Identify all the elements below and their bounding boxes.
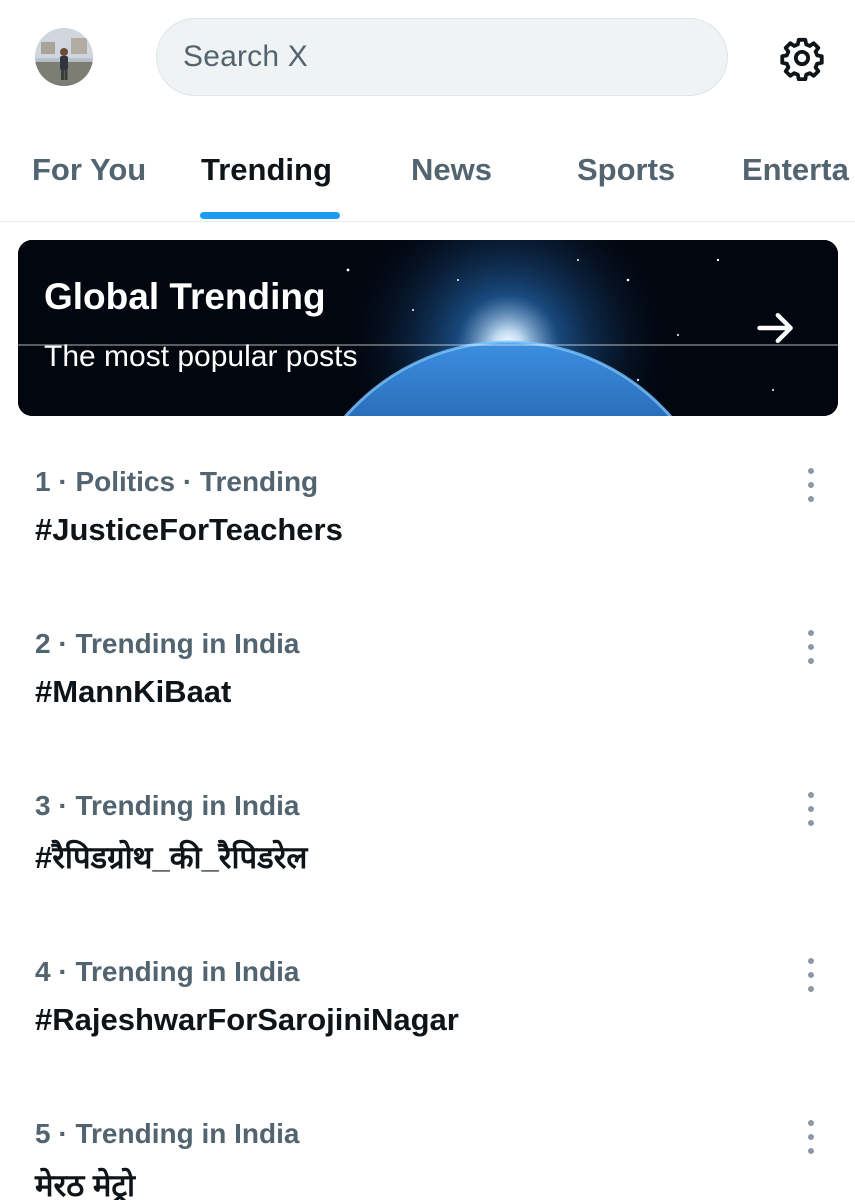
- trend-item-5[interactable]: 5 · Trending in India मेरठ मेट्रो: [0, 1118, 855, 1200]
- trend-context: 1 · Politics · Trending: [35, 466, 319, 497]
- more-dots-icon: [808, 972, 814, 978]
- more-options-button[interactable]: [800, 958, 822, 992]
- more-dots-icon: [808, 1120, 814, 1126]
- trend-item-3[interactable]: 3 · Trending in India #रैपिडग्रोथ_की_रैप…: [0, 790, 855, 920]
- more-options-button[interactable]: [800, 468, 822, 502]
- more-dots-icon: [808, 468, 814, 474]
- more-options-button[interactable]: [800, 630, 822, 664]
- trend-context: 2 · Trending in India: [35, 628, 300, 659]
- tab-for-you[interactable]: For You: [32, 152, 146, 188]
- banner-subtitle: The most popular posts: [44, 340, 358, 373]
- more-dots-icon: [808, 496, 814, 502]
- active-tab-indicator: [200, 212, 340, 219]
- global-trending-banner[interactable]: Global Trending The most popular posts: [18, 240, 838, 416]
- more-options-button[interactable]: [800, 792, 822, 826]
- trend-item-1[interactable]: 1 · Politics · Trending #JusticeForTeach…: [0, 466, 855, 596]
- more-dots-icon: [808, 658, 814, 664]
- search-input[interactable]: Search X: [156, 18, 728, 96]
- trend-name: #JusticeForTeachers: [35, 512, 343, 547]
- trend-name: मेरठ मेट्रो: [35, 1168, 136, 1200]
- trend-name: #MannKiBaat: [35, 674, 232, 709]
- trend-context: 3 · Trending in India: [35, 790, 300, 821]
- tab-news[interactable]: News: [411, 152, 492, 188]
- trend-context: 4 · Trending in India: [35, 956, 300, 987]
- settings-button[interactable]: [778, 34, 826, 82]
- more-dots-icon: [808, 630, 814, 636]
- more-dots-icon: [808, 958, 814, 964]
- profile-avatar[interactable]: [35, 28, 93, 86]
- more-dots-icon: [808, 986, 814, 992]
- gear-icon: [780, 37, 824, 81]
- trend-name: #RajeshwarForSarojiniNagar: [35, 1002, 459, 1037]
- tab-sports[interactable]: Sports: [577, 152, 675, 188]
- more-dots-icon: [808, 482, 814, 488]
- trend-name: #रैपिडग्रोथ_की_रैपिडरेल: [35, 840, 308, 875]
- more-dots-icon: [808, 792, 814, 798]
- tab-entertainment[interactable]: Enterta: [742, 152, 849, 188]
- tab-bar: For You Trending News Sports Enterta: [0, 130, 855, 222]
- trend-item-2[interactable]: 2 · Trending in India #MannKiBaat: [0, 628, 855, 758]
- profile-photo-icon: [35, 28, 93, 86]
- banner-title: Global Trending: [44, 276, 326, 317]
- more-dots-icon: [808, 820, 814, 826]
- trend-context: 5 · Trending in India: [35, 1118, 300, 1149]
- more-dots-icon: [808, 644, 814, 650]
- more-dots-icon: [808, 1134, 814, 1140]
- trend-item-4[interactable]: 4 · Trending in India #RajeshwarForSaroj…: [0, 956, 855, 1086]
- search-placeholder: Search X: [183, 40, 308, 73]
- more-dots-icon: [808, 1148, 814, 1154]
- more-options-button[interactable]: [800, 1120, 822, 1154]
- earth-image: [18, 240, 838, 416]
- tab-trending[interactable]: Trending: [201, 152, 332, 188]
- arrow-right-icon: [757, 312, 793, 344]
- explore-page: Search X For You Trending News Sports En…: [0, 0, 855, 1200]
- top-bar: Search X: [0, 0, 855, 120]
- more-dots-icon: [808, 806, 814, 812]
